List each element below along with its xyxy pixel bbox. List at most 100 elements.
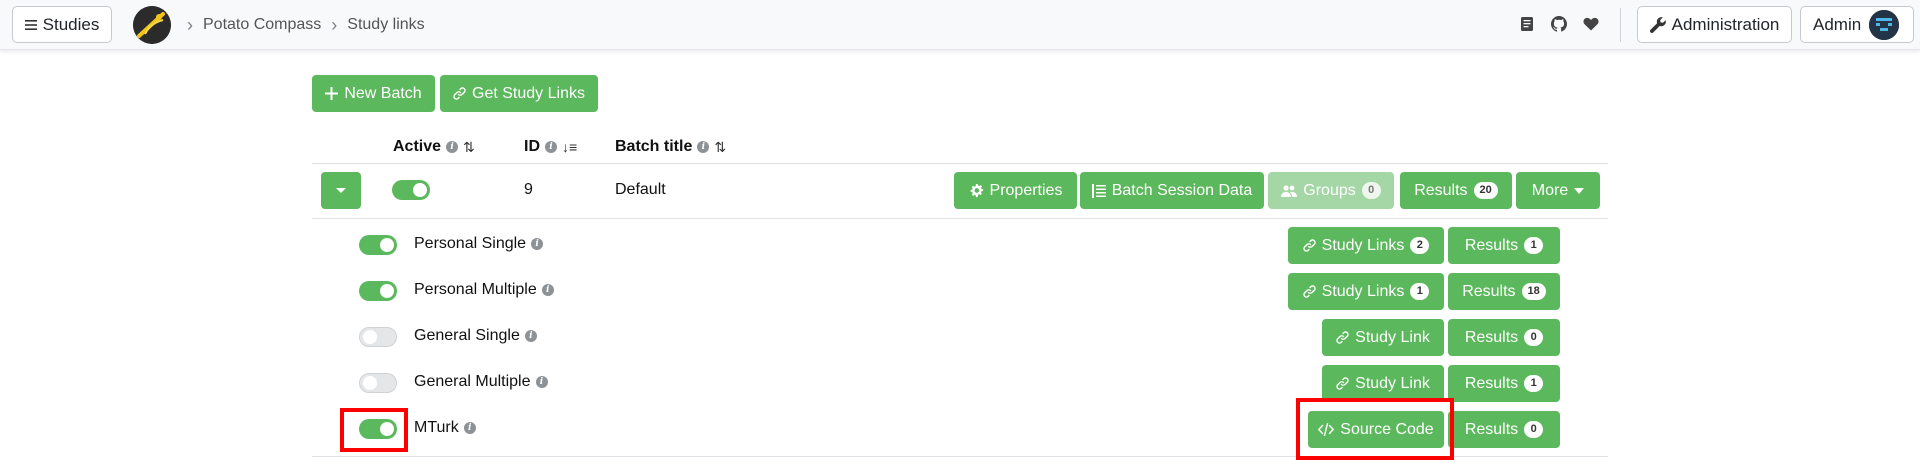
breadcrumb: › Potato Compass › Study links bbox=[187, 0, 425, 50]
breadcrumb-study-links: Study links bbox=[347, 16, 425, 33]
people-icon bbox=[1281, 184, 1298, 198]
results-count-badge: 1 bbox=[1524, 375, 1544, 392]
gear-icon bbox=[969, 183, 984, 198]
administration-button[interactable]: Administration bbox=[1637, 6, 1792, 43]
personal-single-toggle[interactable] bbox=[359, 235, 397, 255]
info-icon[interactable]: i bbox=[524, 330, 537, 342]
chevron-right-icon: › bbox=[331, 14, 338, 35]
sort-icon[interactable]: ⇅ bbox=[714, 139, 726, 156]
personal-multiple-study-links-button[interactable]: Study Links 1 bbox=[1288, 273, 1444, 310]
code-icon bbox=[1318, 423, 1335, 436]
personal-single-study-links-button[interactable]: Study Links 2 bbox=[1288, 227, 1444, 264]
results-count-badge: 0 bbox=[1524, 421, 1544, 438]
header-active-label: Active bbox=[393, 138, 442, 155]
source-code-label: Source Code bbox=[1340, 420, 1434, 438]
info-icon[interactable]: i bbox=[545, 141, 557, 153]
menu-icon bbox=[24, 19, 37, 31]
table-divider bbox=[312, 163, 1608, 164]
studies-button[interactable]: Studies bbox=[12, 6, 112, 43]
results-count-badge: 1 bbox=[1524, 237, 1544, 254]
mturk-results-button[interactable]: Results 0 bbox=[1448, 411, 1560, 448]
info-icon[interactable]: i bbox=[531, 238, 544, 250]
header-batch-title-label: Batch title bbox=[615, 138, 693, 155]
general-multiple-results-button[interactable]: Results 1 bbox=[1448, 365, 1560, 402]
type-label: Personal Multiple bbox=[414, 281, 537, 298]
caret-down-icon bbox=[1574, 187, 1585, 194]
batch-session-data-button[interactable]: Batch Session Data bbox=[1080, 172, 1264, 209]
type-row-personal-single: Personal Single i bbox=[414, 235, 544, 253]
batch-title: Default bbox=[615, 181, 666, 198]
link-icon bbox=[1302, 285, 1316, 298]
chevron-right-icon: › bbox=[187, 14, 193, 35]
batch-id: 9 bbox=[524, 181, 533, 198]
new-batch-button[interactable]: New Batch bbox=[312, 75, 435, 112]
sort-ascending-icon[interactable]: ↓≡ bbox=[562, 139, 577, 155]
more-dropdown-button[interactable]: More bbox=[1516, 172, 1600, 209]
batch-results-label: Results bbox=[1414, 181, 1468, 199]
administration-label: Administration bbox=[1671, 14, 1780, 34]
type-label: General Multiple bbox=[414, 373, 531, 390]
plus-icon bbox=[325, 87, 339, 100]
more-label: More bbox=[1531, 181, 1569, 199]
batch-results-button[interactable]: Results 20 bbox=[1400, 172, 1512, 209]
groups-button[interactable]: Groups 0 bbox=[1268, 172, 1394, 209]
info-icon[interactable]: i bbox=[446, 141, 459, 153]
studies-label: Studies bbox=[42, 14, 100, 34]
link-icon bbox=[453, 87, 466, 100]
personal-multiple-toggle[interactable] bbox=[359, 281, 397, 301]
results-label: Results bbox=[1462, 282, 1516, 300]
info-icon[interactable]: i bbox=[697, 141, 710, 153]
navbar-divider bbox=[1620, 8, 1621, 42]
personal-multiple-results-button[interactable]: Results 18 bbox=[1448, 273, 1560, 310]
study-link-label: Study Link bbox=[1355, 374, 1430, 392]
documentation-icon[interactable] bbox=[1520, 16, 1536, 32]
type-label: MTurk bbox=[414, 419, 459, 436]
sort-icon[interactable]: ⇅ bbox=[463, 139, 475, 156]
type-row-general-multiple: General Multiple i bbox=[414, 373, 548, 391]
get-study-links-button[interactable]: Get Study Links bbox=[440, 75, 598, 112]
type-row-mturk: MTurk i bbox=[414, 419, 476, 437]
link-icon bbox=[1336, 377, 1349, 390]
github-icon[interactable] bbox=[1551, 16, 1567, 32]
results-label: Results bbox=[1464, 374, 1519, 392]
study-link-label: Study Link bbox=[1355, 328, 1430, 346]
type-row-general-single: General Single i bbox=[414, 327, 537, 345]
type-row-personal-multiple: Personal Multiple i bbox=[414, 281, 554, 299]
mturk-toggle[interactable] bbox=[359, 419, 397, 439]
info-icon[interactable]: i bbox=[541, 284, 554, 296]
breadcrumb-study[interactable]: Potato Compass bbox=[203, 16, 321, 34]
batch-results-count-badge: 20 bbox=[1473, 182, 1498, 199]
personal-single-results-button[interactable]: Results 1 bbox=[1448, 227, 1560, 264]
table-divider bbox=[312, 218, 1608, 219]
header-active[interactable]: Active i ⇅ bbox=[393, 138, 475, 156]
user-menu-button[interactable]: Admin bbox=[1800, 6, 1914, 43]
table-divider bbox=[312, 456, 1608, 457]
user-label: Admin bbox=[1813, 14, 1862, 34]
results-count-badge: 0 bbox=[1524, 329, 1544, 346]
general-multiple-study-link-button[interactable]: Study Link bbox=[1322, 365, 1444, 402]
results-count-badge: 18 bbox=[1521, 283, 1546, 300]
batch-session-data-label: Batch Session Data bbox=[1111, 181, 1253, 199]
top-navbar: Studies › Potato Compass › Study links A… bbox=[0, 0, 1920, 50]
jatos-logo[interactable] bbox=[133, 6, 171, 44]
header-id-label: ID bbox=[524, 138, 540, 155]
general-single-study-link-button[interactable]: Study Link bbox=[1322, 319, 1444, 356]
general-single-results-button[interactable]: Results 0 bbox=[1448, 319, 1560, 356]
general-single-toggle[interactable] bbox=[359, 327, 397, 347]
get-study-links-label: Get Study Links bbox=[472, 84, 585, 102]
general-multiple-toggle[interactable] bbox=[359, 373, 397, 393]
mturk-source-code-button[interactable]: Source Code bbox=[1308, 411, 1444, 448]
header-batch-title[interactable]: Batch title i ⇅ bbox=[615, 138, 726, 156]
info-icon[interactable]: i bbox=[463, 422, 476, 434]
info-icon[interactable]: i bbox=[535, 376, 548, 388]
properties-button[interactable]: Properties bbox=[954, 172, 1077, 209]
results-label: Results bbox=[1464, 328, 1519, 346]
study-links-label: Study Links bbox=[1321, 282, 1405, 300]
properties-label: Properties bbox=[989, 181, 1063, 199]
type-label: General Single bbox=[414, 327, 520, 344]
batch-active-toggle[interactable] bbox=[392, 180, 430, 200]
heart-icon[interactable] bbox=[1583, 16, 1599, 32]
expand-batch-button[interactable] bbox=[321, 172, 361, 209]
avatar bbox=[1869, 9, 1900, 40]
header-id[interactable]: ID i ↓≡ bbox=[524, 138, 577, 156]
